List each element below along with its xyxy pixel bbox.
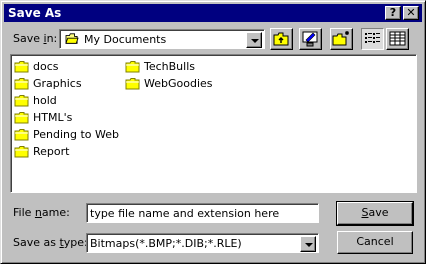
desktop-button[interactable] <box>299 28 322 50</box>
file-name-label: File name: <box>13 206 70 219</box>
file-list[interactable]: docs Graphics hold HTML's Pending to Web Repo… <box>10 54 417 193</box>
save-in-dropdown-arrow-icon[interactable] <box>246 32 262 48</box>
folder-item-label: Report <box>33 145 70 158</box>
folder-icon <box>125 78 140 90</box>
save-as-type-dropdown-arrow-icon[interactable] <box>300 236 316 252</box>
save-in-label: Save in: <box>13 32 58 45</box>
folder-icon <box>125 61 140 73</box>
folder-icon <box>14 112 29 124</box>
create-new-folder-button[interactable] <box>330 28 353 50</box>
close-button[interactable]: ✕ <box>403 6 419 20</box>
folder-icon <box>14 129 29 141</box>
save-as-type-dropdown[interactable]: Bitmaps(*.BMP;*.DIB;*.RLE) <box>86 233 319 253</box>
folder-item-label: TechBulls <box>144 60 195 73</box>
up-one-level-button[interactable] <box>270 28 293 50</box>
details-view-icon <box>389 31 406 46</box>
folder-open-icon <box>65 33 79 44</box>
cancel-button[interactable]: Cancel <box>337 231 413 254</box>
folder-item-label: HTML's <box>33 111 73 124</box>
file-name-value: type file name and extension here <box>90 207 280 220</box>
save-button[interactable]: Save <box>336 201 414 226</box>
title-bar[interactable]: Save As ? ✕ <box>4 4 422 22</box>
save-in-dropdown[interactable]: My Documents <box>59 29 265 49</box>
folder-item-label: hold <box>33 94 57 107</box>
save-as-type-value: Bitmaps(*.BMP;*.DIB;*.RLE) <box>90 237 242 250</box>
folder-icon <box>14 61 29 73</box>
folder-icon <box>14 95 29 107</box>
new-folder-icon <box>332 31 349 46</box>
list-view-icon <box>365 33 380 43</box>
up-folder-icon <box>273 32 289 46</box>
list-view-button[interactable] <box>361 28 384 50</box>
save-in-value: My Documents <box>84 33 167 46</box>
save-as-dialog: Save As ? ✕ Save in: My Documents docs G… <box>0 0 426 264</box>
details-view-button[interactable] <box>386 28 409 50</box>
folder-item-label: WebGoodies <box>144 77 213 90</box>
save-as-type-label: Save as type: <box>13 236 88 249</box>
folder-item-label: Graphics <box>33 77 82 90</box>
desktop-icon <box>302 31 318 47</box>
window-title: Save As <box>8 6 62 20</box>
folder-icon <box>14 78 29 90</box>
folder-item-label: docs <box>33 60 59 73</box>
folder-item-label: Pending to Web <box>33 128 119 141</box>
help-button[interactable]: ? <box>385 6 401 20</box>
file-name-input[interactable]: type file name and extension here <box>86 203 319 223</box>
folder-icon <box>14 146 29 158</box>
